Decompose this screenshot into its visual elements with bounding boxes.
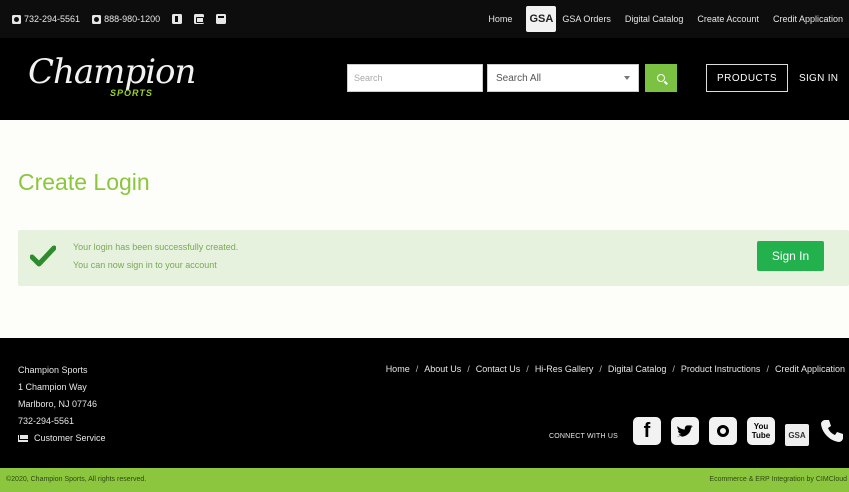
footer-link-credit-application[interactable]: Credit Application [775, 364, 845, 374]
footer-link-product-instructions[interactable]: Product Instructions [681, 364, 761, 374]
phone-1-text: 732-294-5561 [24, 14, 81, 24]
sign-in-link[interactable]: SIGN IN [799, 64, 838, 92]
footer-company: Champion Sports [18, 365, 88, 375]
youtube-top-text: You [753, 422, 769, 431]
footer-link-contact-us[interactable]: Contact Us [476, 364, 521, 374]
top-nav-digital-catalog[interactable]: Digital Catalog [625, 14, 684, 24]
logo-script: Champion [28, 52, 196, 92]
footer-link-hi-res-gallery[interactable]: Hi-Res Gallery [535, 364, 594, 374]
alert-message-line-2: You can now sign in to your account [73, 260, 217, 270]
separator: / [766, 364, 769, 374]
footer-link-digital-catalog[interactable]: Digital Catalog [608, 364, 667, 374]
phone-2-text: 888-980-1200 [104, 14, 161, 24]
footer-street: 1 Champion Way [18, 382, 87, 392]
youtube-icon[interactable] [216, 14, 227, 24]
instagram-icon[interactable] [194, 14, 205, 24]
gsa-logo-icon[interactable]: GSA [526, 6, 557, 32]
customer-service-link[interactable]: Customer Service [18, 430, 106, 447]
search-icon [657, 74, 665, 82]
search-button[interactable] [645, 64, 677, 92]
top-nav-create-account[interactable]: Create Account [697, 14, 759, 24]
footer-city: Marlboro, NJ 07746 [18, 399, 98, 409]
gsa-icon[interactable]: GSA [785, 424, 809, 446]
top-nav: Home GSA GSA Orders Digital Catalog Crea… [488, 0, 843, 38]
youtube-bottom-text: Tube [751, 431, 771, 440]
phone-2[interactable]: 888-980-1200 [92, 14, 160, 24]
products-button[interactable]: PRODUCTS [706, 64, 788, 92]
main-content: Create Login Your login has been success… [0, 120, 849, 338]
search-scope-select[interactable]: Search All [487, 64, 639, 92]
twitter-icon[interactable] [671, 417, 699, 445]
facebook-icon[interactable] [172, 14, 183, 24]
utility-bar: 732-294-5561 888-980-1200 Home GSA GSA O… [0, 0, 849, 38]
site-footer: Champion Sports 1 Champion Way Marlboro,… [0, 338, 849, 468]
contact-phones: 732-294-5561 888-980-1200 [0, 14, 227, 24]
search-scope-value: Search All [496, 72, 542, 84]
social-links: f You Tube GSA [633, 416, 845, 446]
separator: / [672, 364, 675, 374]
search-input[interactable] [347, 64, 483, 92]
footer-nav: Home / About Us / Contact Us / Hi-Res Ga… [386, 364, 845, 374]
success-alert: Your login has been successfully created… [18, 230, 849, 286]
phone-1[interactable]: 732-294-5561 [12, 14, 80, 24]
connect-label: CONNECT WITH US [549, 433, 618, 440]
separator: / [526, 364, 529, 374]
top-nav-gsa-orders[interactable]: GSA Orders [562, 14, 611, 24]
footer-link-about-us[interactable]: About Us [424, 364, 461, 374]
top-nav-home[interactable]: Home [488, 14, 512, 24]
checkmark-icon [30, 245, 56, 267]
phone-icon [12, 14, 21, 24]
copyright-bar: ©2020, Champion Sports, All rights reser… [0, 468, 849, 492]
facebook-icon[interactable]: f [633, 417, 661, 445]
chevron-down-icon [624, 76, 630, 80]
footer-phone[interactable]: 732-294-5561 [18, 413, 106, 430]
instagram-icon[interactable] [709, 417, 737, 445]
champion-sports-logo[interactable]: Champion SPORTS [28, 52, 196, 98]
separator: / [599, 364, 602, 374]
page-title: Create Login [18, 169, 150, 195]
envelope-icon [18, 435, 28, 442]
youtube-icon[interactable]: You Tube [747, 417, 775, 445]
copyright-text: ©2020, Champion Sports, All rights reser… [6, 476, 147, 483]
cimcloud-credit-link[interactable]: Ecommerce & ERP Integration by CIMCloud [709, 476, 847, 483]
alert-message-line-1: Your login has been successfully created… [73, 242, 239, 252]
sign-in-button[interactable]: Sign In [757, 241, 824, 271]
phone-icon [92, 14, 102, 24]
footer-address: Champion Sports 1 Champion Way Marlboro,… [18, 362, 106, 447]
phone-icon[interactable] [819, 418, 845, 444]
footer-link-home[interactable]: Home [386, 364, 410, 374]
separator: / [467, 364, 470, 374]
logo-sports: SPORTS [110, 88, 153, 98]
top-nav-credit-application[interactable]: Credit Application [773, 14, 843, 24]
customer-service-label: Customer Service [34, 433, 106, 443]
site-header: Champion SPORTS Search All PRODUCTS SIGN… [0, 38, 849, 120]
search-bar: Search All [347, 64, 677, 92]
separator: / [415, 364, 419, 374]
